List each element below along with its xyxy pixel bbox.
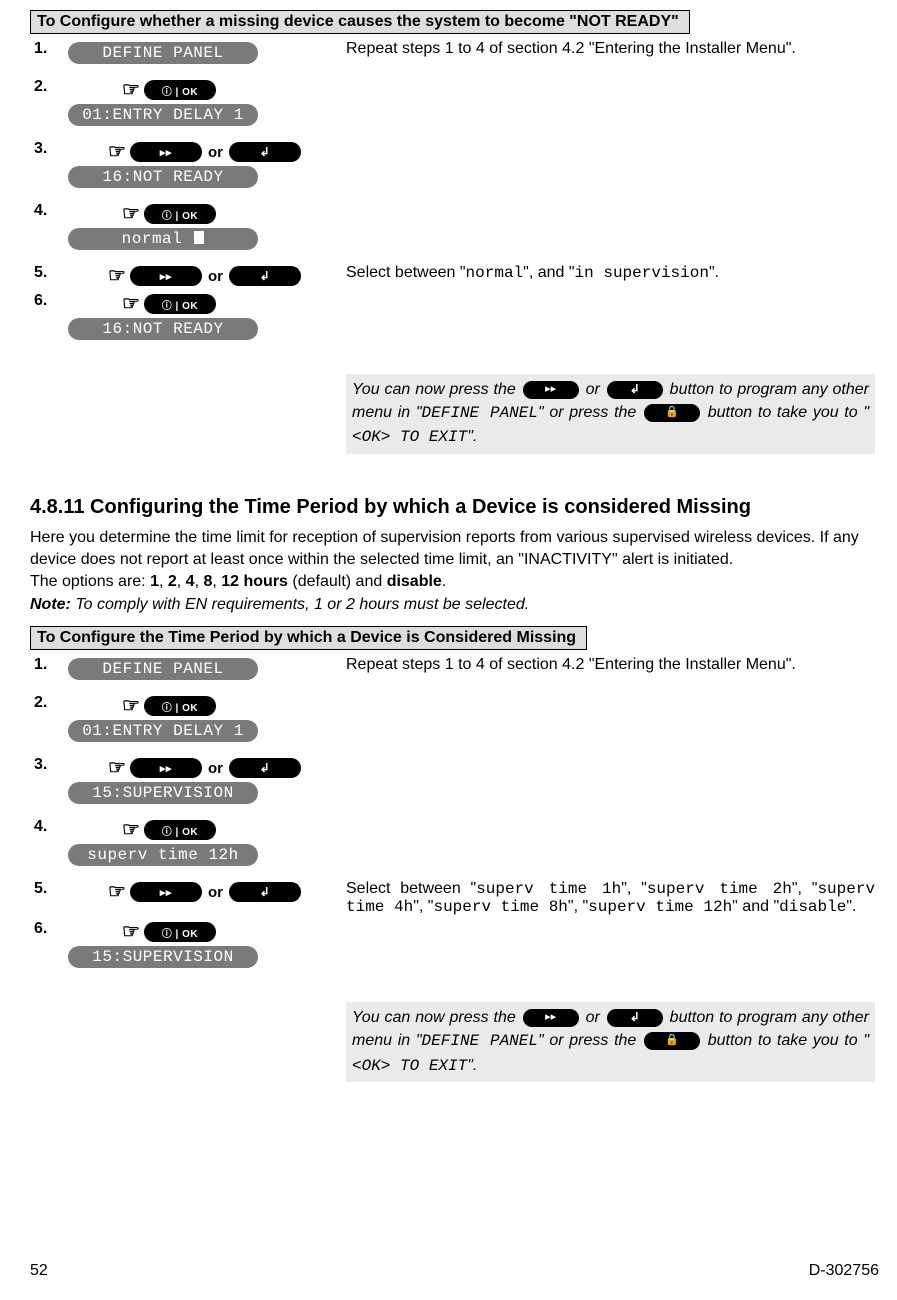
- step-number: 2.: [30, 692, 64, 754]
- lock-button-icon: [644, 1032, 700, 1050]
- pointing-hand-icon: ☞: [122, 922, 140, 942]
- step-number: 3.: [30, 138, 64, 200]
- section2-title: To Configure the Time Period by which a …: [30, 626, 587, 650]
- step-description: Select between "normal", and "in supervi…: [342, 262, 879, 290]
- lcd-display: 16:NOT READY: [68, 318, 258, 340]
- enter-button-icon: [229, 142, 301, 162]
- lcd-display: 15:SUPERVISION: [68, 782, 258, 804]
- section2-steps: 1. DEFINE PANEL Repeat steps 1 to 4 of s…: [30, 654, 879, 1084]
- ok-button-icon: [144, 696, 216, 716]
- step-number: 5.: [30, 878, 64, 918]
- step-number: 1.: [30, 654, 64, 692]
- enter-button-icon: [607, 381, 663, 399]
- note-line: Note: To comply with EN requirements, 1 …: [30, 594, 879, 616]
- step-number: 5.: [30, 262, 64, 290]
- pointing-hand-icon: ☞: [122, 820, 140, 840]
- step-description: Repeat steps 1 to 4 of section 4.2 "Ente…: [342, 654, 879, 692]
- or-text: or: [206, 760, 225, 777]
- pointing-hand-icon: ☞: [122, 696, 140, 716]
- section1-steps: 1. DEFINE PANEL Repeat steps 1 to 4 of s…: [30, 38, 879, 456]
- doc-id: D-302756: [809, 1262, 879, 1280]
- pointing-hand-icon: ☞: [108, 142, 126, 162]
- cursor-block-icon: [194, 231, 204, 244]
- lcd-display: 01:ENTRY DELAY 1: [68, 720, 258, 742]
- ok-button-icon: [144, 820, 216, 840]
- subsection-heading: 4.8.11 Configuring the Time Period by wh…: [30, 496, 879, 519]
- forward-button-icon: [130, 882, 202, 902]
- forward-button-icon: [523, 381, 579, 399]
- lcd-display: normal: [68, 228, 258, 250]
- step-description: Select between "superv time 1h", "superv…: [342, 878, 879, 918]
- step-number: 6.: [30, 918, 64, 980]
- or-text: or: [206, 268, 225, 285]
- forward-button-icon: [130, 758, 202, 778]
- step-number: 6.: [30, 290, 64, 352]
- navigation-note: You can now press the or button to progr…: [346, 374, 875, 454]
- pointing-hand-icon: ☞: [122, 204, 140, 224]
- ok-button-icon: [144, 204, 216, 224]
- or-text: or: [206, 144, 225, 161]
- enter-button-icon: [229, 882, 301, 902]
- step-number: 2.: [30, 76, 64, 138]
- pointing-hand-icon: ☞: [108, 882, 126, 902]
- enter-button-icon: [607, 1009, 663, 1027]
- pointing-hand-icon: ☞: [108, 758, 126, 778]
- enter-button-icon: [229, 758, 301, 778]
- lock-button-icon: [644, 404, 700, 422]
- lcd-display: superv time 12h: [68, 844, 258, 866]
- forward-button-icon: [130, 142, 202, 162]
- step-number: 4.: [30, 816, 64, 878]
- ok-button-icon: [144, 294, 216, 314]
- lcd-display: 16:NOT READY: [68, 166, 258, 188]
- ok-button-icon: [144, 80, 216, 100]
- page-number: 52: [30, 1262, 48, 1280]
- step-number: 1.: [30, 38, 64, 76]
- ok-button-icon: [144, 922, 216, 942]
- body-paragraph: The options are: 1, 2, 4, 8, 12 hours (d…: [30, 571, 879, 593]
- enter-button-icon: [229, 266, 301, 286]
- pointing-hand-icon: ☞: [108, 266, 126, 286]
- lcd-display: DEFINE PANEL: [68, 658, 258, 680]
- forward-button-icon: [523, 1009, 579, 1027]
- navigation-note: You can now press the or button to progr…: [346, 1002, 875, 1082]
- body-paragraph: Here you determine the time limit for re…: [30, 527, 879, 572]
- or-text: or: [206, 884, 225, 901]
- step-number: 4.: [30, 200, 64, 262]
- step-number: 3.: [30, 754, 64, 816]
- lcd-display: 01:ENTRY DELAY 1: [68, 104, 258, 126]
- step-description: Repeat steps 1 to 4 of section 4.2 "Ente…: [342, 38, 879, 76]
- lcd-display: 15:SUPERVISION: [68, 946, 258, 968]
- section1-title: To Configure whether a missing device ca…: [30, 10, 690, 34]
- pointing-hand-icon: ☞: [122, 80, 140, 100]
- lcd-display: DEFINE PANEL: [68, 42, 258, 64]
- forward-button-icon: [130, 266, 202, 286]
- pointing-hand-icon: ☞: [122, 294, 140, 314]
